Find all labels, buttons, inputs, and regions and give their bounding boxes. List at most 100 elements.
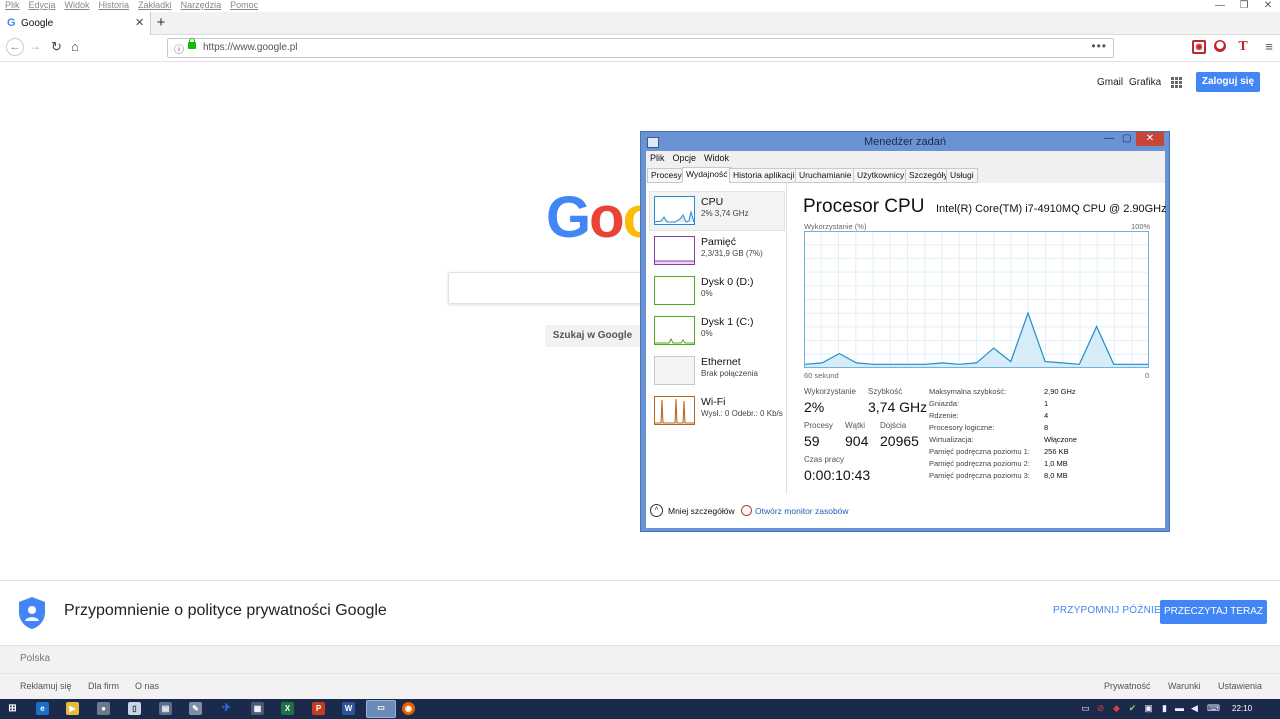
country-label: Polska bbox=[20, 653, 51, 664]
tm-menu-file[interactable]: Plik bbox=[650, 151, 665, 166]
menu-view[interactable]: Widok bbox=[65, 0, 90, 10]
tab-details[interactable]: Szczegóły bbox=[905, 168, 952, 183]
minimize-icon[interactable]: — bbox=[1208, 0, 1232, 12]
tm-menu-options[interactable]: Opcje bbox=[673, 151, 697, 166]
chevron-up-icon[interactable]: ˄ bbox=[650, 504, 663, 517]
restore-icon[interactable]: ❐ bbox=[1232, 0, 1256, 12]
tray-app2-icon[interactable]: ▣ bbox=[1143, 702, 1154, 714]
keyboard-icon[interactable]: ⌨ bbox=[1207, 702, 1220, 714]
excel-icon[interactable]: X bbox=[281, 702, 294, 715]
tool-icon[interactable]: ✎ bbox=[189, 702, 202, 715]
page-actions-icon[interactable]: ••• bbox=[1091, 39, 1107, 53]
reload-icon[interactable]: ↻ bbox=[51, 39, 62, 55]
tab-strip bbox=[0, 12, 1280, 35]
remind-later-button[interactable]: PRZYPOMNIJ PÓŹNIEJ bbox=[1053, 605, 1166, 616]
taskbar-clock[interactable]: 22:10 bbox=[1232, 704, 1252, 713]
gmail-link[interactable]: Gmail bbox=[1097, 77, 1123, 88]
stat-uptime-value: 0:00:10:43 bbox=[804, 467, 871, 483]
file-manager-icon[interactable]: ▤ bbox=[159, 702, 172, 715]
document-icon[interactable]: ▯ bbox=[128, 702, 141, 715]
stat-handles-label: Dojścia bbox=[880, 421, 907, 430]
open-resource-monitor-link[interactable]: Otwórz monitor zasobów bbox=[755, 506, 849, 516]
footer-link-advertising[interactable]: Reklamuj się bbox=[20, 681, 72, 691]
spec-value: 4 bbox=[1044, 411, 1049, 420]
menu-bookmarks[interactable]: Zakładki bbox=[138, 0, 172, 10]
info-icon[interactable]: ⓘ bbox=[174, 41, 184, 56]
firefox-icon[interactable]: ◉ bbox=[402, 702, 415, 715]
images-link[interactable]: Grafika bbox=[1129, 77, 1161, 88]
spec-label: Wirtualizacja: bbox=[929, 435, 974, 444]
calculator-icon[interactable]: ▦ bbox=[251, 702, 264, 715]
menu-edit[interactable]: Edycja bbox=[29, 0, 56, 10]
close-icon[interactable]: ✕ bbox=[1256, 0, 1280, 12]
tab-close-icon[interactable]: ✕ bbox=[135, 16, 144, 29]
tab-app-history[interactable]: Historia aplikacji bbox=[729, 168, 799, 183]
app-icon[interactable]: ● bbox=[97, 702, 110, 715]
menu-file[interactable]: Plik bbox=[5, 0, 20, 10]
media-player-icon[interactable]: ▶ bbox=[66, 702, 79, 715]
internet-explorer-icon[interactable]: e bbox=[36, 702, 49, 715]
apps-grid-icon[interactable] bbox=[1171, 77, 1182, 88]
tab-performance[interactable]: Wydajność bbox=[682, 167, 732, 183]
read-now-button[interactable]: PRZECZYTAJ TERAZ bbox=[1160, 600, 1267, 624]
spec-value: 8,0 MB bbox=[1044, 471, 1068, 480]
volume-icon[interactable]: ◀ bbox=[1189, 702, 1200, 714]
task-manager-taskbar-icon[interactable]: ▭ bbox=[366, 700, 396, 718]
new-tab-icon[interactable]: + bbox=[152, 14, 170, 31]
browser-menubar: Plik Edycja Widok Historia Zakładki Narzędzia… bbox=[0, 0, 1280, 11]
tm-minimize-icon[interactable]: — bbox=[1104, 133, 1114, 144]
tm-menu-view[interactable]: Widok bbox=[704, 151, 729, 166]
powerpoint-icon[interactable]: P bbox=[312, 702, 325, 715]
sign-in-button[interactable]: Zaloguj się bbox=[1196, 72, 1260, 92]
battery-icon[interactable]: ▬ bbox=[1174, 702, 1185, 714]
url-bar[interactable]: ⓘ https://www.google.pl ••• bbox=[167, 38, 1114, 58]
spec-value: 1,0 MB bbox=[1044, 459, 1068, 468]
tm-close-icon[interactable]: ✕ bbox=[1136, 132, 1164, 146]
translate-extension-icon[interactable]: T bbox=[1236, 40, 1250, 54]
home-icon[interactable]: ⌂ bbox=[71, 39, 79, 54]
tab-users[interactable]: Użytkownicy bbox=[853, 168, 909, 183]
graph-time-label: 60 sekund bbox=[804, 371, 839, 380]
footer-link-privacy[interactable]: Prywatność bbox=[1104, 681, 1151, 691]
cpu-heading: Procesor CPU bbox=[803, 196, 925, 217]
google-search-button[interactable]: Szukaj w Google bbox=[545, 325, 640, 347]
footer-link-about[interactable]: O nas bbox=[135, 681, 159, 691]
spec-label: Procesory logiczne: bbox=[929, 423, 995, 432]
resource-sub: 0% bbox=[701, 329, 713, 338]
plane-icon[interactable]: ✈ bbox=[220, 702, 233, 715]
forward-icon[interactable]: → bbox=[29, 39, 41, 53]
menu-tools[interactable]: Narzędzia bbox=[181, 0, 222, 10]
browser-tab[interactable]: G Google ✕ bbox=[0, 12, 151, 35]
tray-check-icon[interactable]: ✔ bbox=[1127, 702, 1138, 714]
footer-link-terms[interactable]: Warunki bbox=[1168, 681, 1201, 691]
tray-antivirus-icon[interactable]: ⊘ bbox=[1095, 702, 1106, 714]
back-icon[interactable]: ← bbox=[6, 38, 24, 56]
stat-threads-value: 904 bbox=[845, 433, 869, 449]
footer-link-business[interactable]: Dla firm bbox=[88, 681, 119, 691]
menu-history[interactable]: Historia bbox=[99, 0, 130, 10]
wifi-signal-icon[interactable]: ▮ bbox=[1159, 702, 1170, 714]
resource-sub: 0% bbox=[701, 289, 713, 298]
resource-name: Ethernet bbox=[701, 356, 741, 368]
menu-help[interactable]: Pomoc bbox=[230, 0, 258, 10]
tray-app-icon[interactable]: ◆ bbox=[1111, 702, 1122, 714]
addon-badge-icon[interactable]: ⬤ bbox=[1214, 40, 1226, 52]
tm-maximize-icon[interactable]: ▢ bbox=[1122, 133, 1131, 144]
wifi-thumbnail bbox=[654, 396, 695, 425]
spec-label: Gniazda: bbox=[929, 399, 960, 408]
task-manager-title: Menedżer zadań bbox=[864, 136, 946, 148]
resource-monitor-icon[interactable] bbox=[741, 505, 752, 516]
extension-icon[interactable]: ◉ bbox=[1192, 40, 1206, 54]
tab-startup[interactable]: Uruchamianie bbox=[795, 168, 856, 183]
start-icon[interactable]: ⊞ bbox=[6, 702, 19, 715]
tab-services[interactable]: Usługi bbox=[946, 168, 978, 183]
footer-link-settings[interactable]: Ustawienia bbox=[1218, 681, 1262, 691]
tray-window-icon[interactable]: ▭ bbox=[1080, 702, 1091, 714]
url-text[interactable]: https://www.google.pl bbox=[203, 42, 298, 53]
hamburger-menu-icon[interactable]: ≡ bbox=[1262, 40, 1276, 54]
word-icon[interactable]: W bbox=[342, 702, 355, 715]
google-favicon-icon: G bbox=[7, 17, 16, 29]
tab-processes[interactable]: Procesy bbox=[647, 168, 686, 183]
spec-value: 256 KB bbox=[1044, 447, 1069, 456]
fewer-details-button[interactable]: Mniej szczegółów bbox=[668, 506, 735, 516]
